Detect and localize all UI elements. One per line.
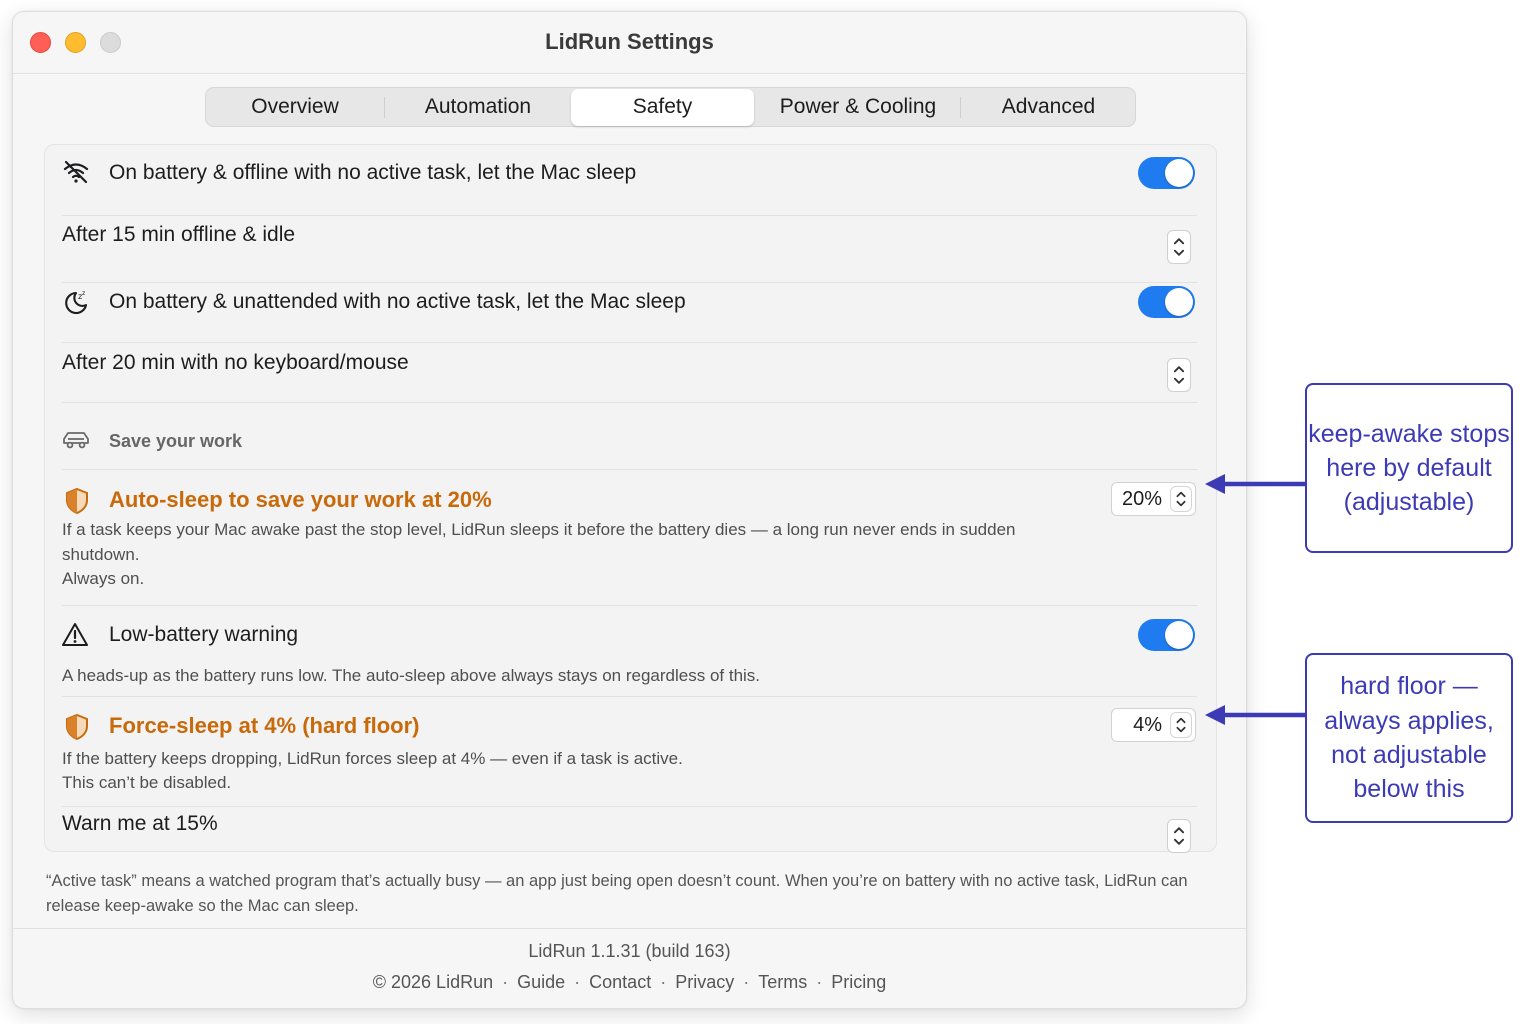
pricing-link[interactable]: Pricing	[831, 972, 886, 992]
force-sleep-percent-field[interactable]: 4%	[1111, 708, 1196, 742]
warn-threshold-stepper[interactable]	[1167, 819, 1191, 853]
wifi-off-icon	[63, 160, 89, 184]
tab-power-cooling[interactable]: Power & Cooling	[757, 88, 959, 126]
auto-sleep-percent-value: 20%	[1121, 488, 1162, 510]
force-sleep-stepper[interactable]	[1170, 712, 1192, 738]
save-work-section-label: Save your work	[109, 431, 243, 451]
auto-sleep-percent-field[interactable]: 20%	[1111, 482, 1196, 516]
low-battery-warning-label: Low-battery warning	[109, 623, 299, 646]
unattended-delay-stepper[interactable]	[1167, 358, 1191, 392]
footer: LidRun 1.1.31 (build 163) © 2026 LidRun ·…	[13, 928, 1246, 1008]
divider	[62, 469, 1197, 470]
car-icon	[63, 432, 89, 449]
privacy-link[interactable]: Privacy	[675, 972, 734, 992]
window-title: LidRun Settings	[545, 29, 714, 54]
tab-automation[interactable]: Automation	[386, 88, 570, 126]
warning-triangle-icon	[62, 623, 88, 646]
shield-icon	[66, 487, 88, 515]
force-sleep-title: Force-sleep at 4% (hard floor)	[109, 713, 420, 738]
auto-sleep-description: If a task keeps your Mac awake past the …	[62, 520, 1016, 564]
divider	[62, 605, 1197, 606]
offline-delay-label: After 15 min offline & idle	[62, 223, 296, 246]
tab-advanced[interactable]: Advanced	[962, 88, 1135, 126]
divider	[62, 215, 1197, 216]
force-sleep-percent-value: 4%	[1133, 714, 1162, 736]
offline-sleep-label: On battery & offline with no active task…	[109, 161, 637, 184]
settings-window: LidRun Settings Overview Automation Safe…	[12, 11, 1247, 1009]
terms-link[interactable]: Terms	[758, 972, 807, 992]
divider	[62, 282, 1197, 283]
moon-sleep-icon: z z	[65, 290, 88, 314]
auto-sleep-stepper[interactable]	[1170, 486, 1192, 512]
active-task-footnote: “Active task” means a watched program th…	[46, 872, 1188, 915]
force-sleep-note: This can’t be disabled.	[62, 773, 232, 792]
shield-icon	[66, 713, 88, 741]
auto-sleep-title: Auto-sleep to save your work at 20%	[109, 487, 492, 512]
callout-arrow-force-sleep	[1205, 705, 1307, 725]
svg-text:z: z	[82, 290, 85, 297]
title-bar: LidRun Settings	[13, 12, 1246, 74]
tab-divider	[960, 97, 961, 118]
unattended-sleep-label: On battery & unattended with no active t…	[109, 290, 686, 313]
contact-link[interactable]: Contact	[589, 972, 651, 992]
version-label: LidRun 1.1.31 (build 163)	[528, 941, 731, 961]
unattended-sleep-toggle[interactable]	[1138, 286, 1195, 318]
divider	[62, 402, 1197, 403]
auto-sleep-note: Always on.	[62, 569, 145, 588]
callout-force-sleep: hard floor — always applies, not adjusta…	[1305, 653, 1513, 823]
divider	[62, 806, 1197, 807]
callout-auto-sleep: keep-awake stops here by default (adjust…	[1305, 383, 1513, 553]
low-battery-description: A heads-up as the battery runs low. The …	[62, 666, 761, 685]
tab-bar: Overview Automation Safety Power & Cooli…	[205, 87, 1136, 127]
low-battery-warning-toggle[interactable]	[1138, 619, 1195, 651]
tab-overview[interactable]: Overview	[206, 88, 384, 126]
divider	[62, 696, 1197, 697]
copyright: © 2026 LidRun	[372, 972, 494, 992]
tab-safety[interactable]: Safety	[571, 89, 754, 126]
divider	[62, 342, 1197, 343]
safety-settings-panel: On battery & offline with no active task…	[44, 144, 1217, 853]
force-sleep-description: If the battery keeps dropping, LidRun fo…	[62, 749, 683, 768]
callout-arrow-auto-sleep	[1205, 474, 1307, 494]
tab-divider	[384, 97, 385, 118]
guide-link[interactable]: Guide	[517, 972, 565, 992]
warn-threshold-label: Warn me at 15%	[62, 812, 218, 835]
offline-delay-stepper[interactable]	[1167, 230, 1191, 264]
offline-sleep-toggle[interactable]	[1138, 157, 1195, 189]
unattended-delay-label: After 20 min with no keyboard/mouse	[62, 351, 409, 374]
footer-links: © 2026 LidRun · Guide · Contact · Privacy · Term…	[372, 972, 887, 992]
